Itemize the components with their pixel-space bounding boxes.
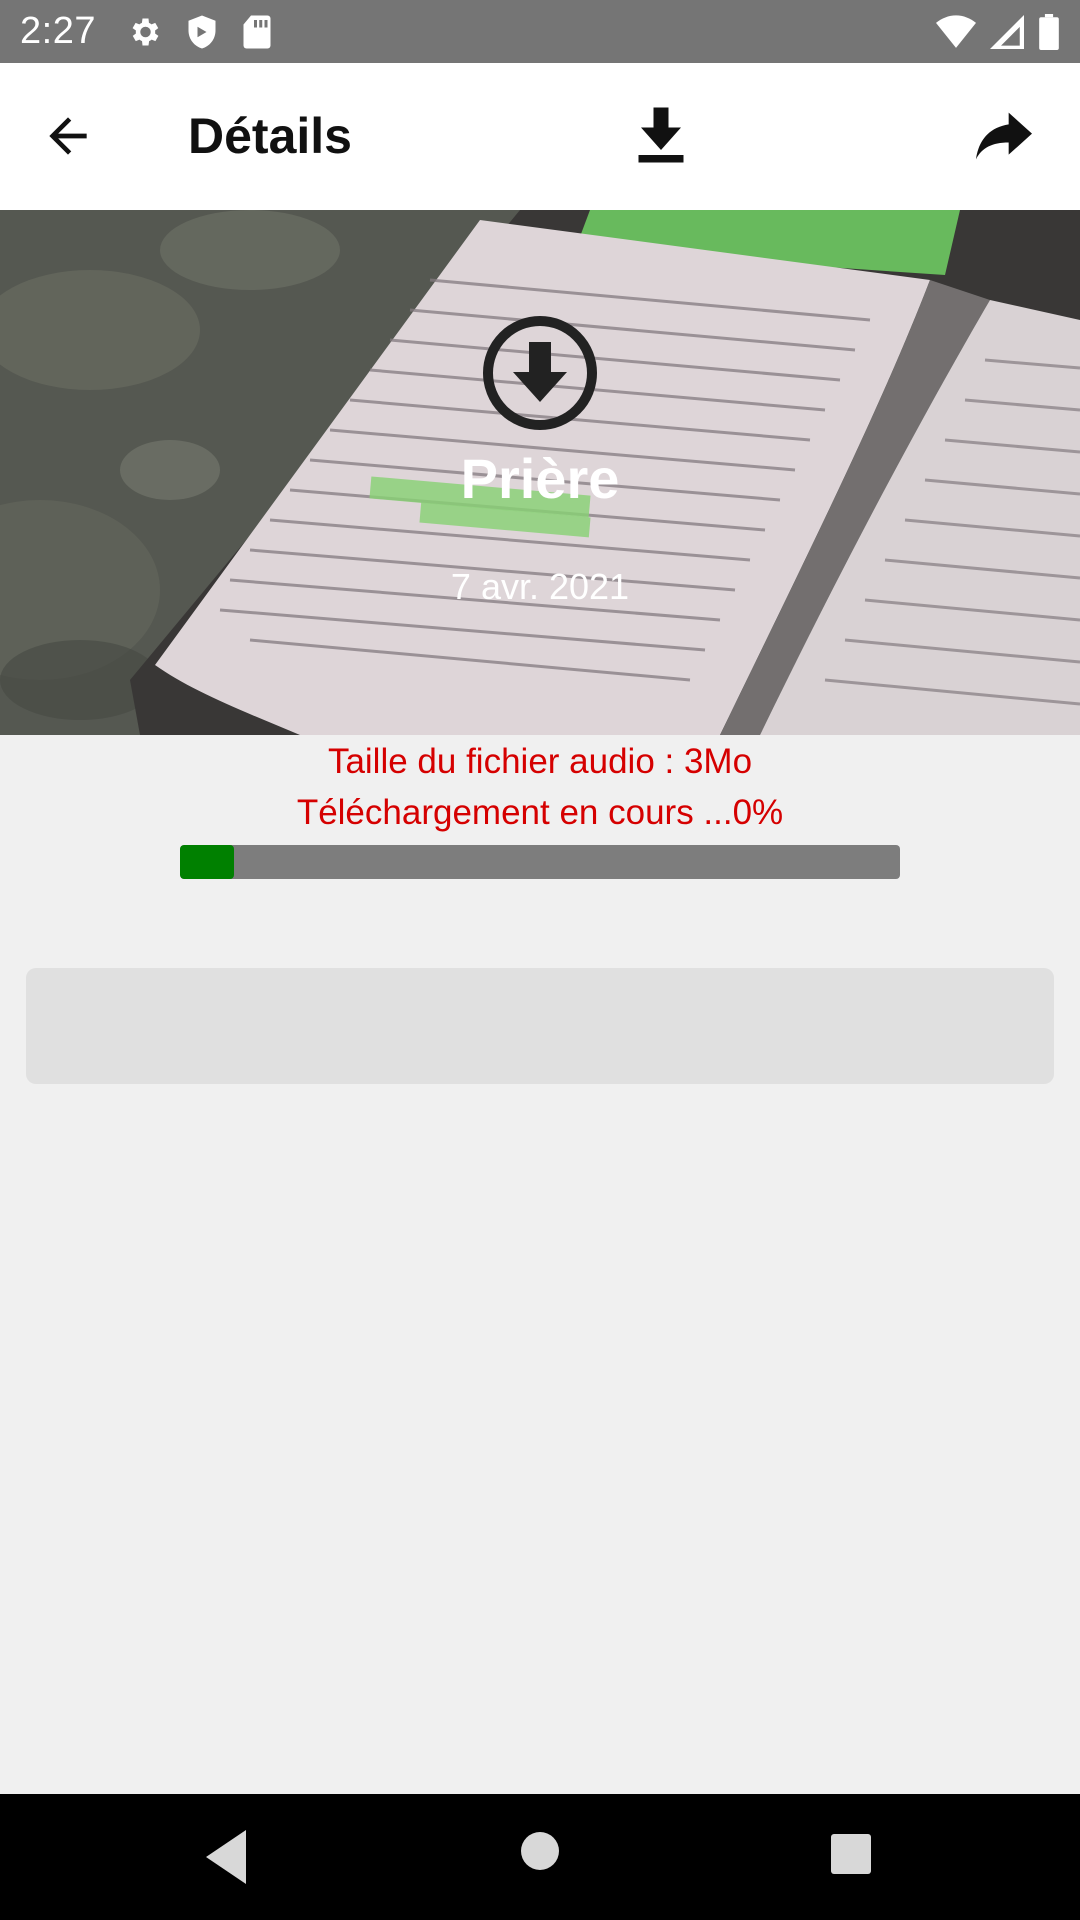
page-title: Détails	[188, 108, 352, 164]
share-icon[interactable]	[976, 111, 1032, 161]
download-progress-text: Téléchargement en cours ...0%	[296, 793, 784, 832]
nav-back-icon[interactable]	[206, 1830, 246, 1884]
shield-icon	[188, 15, 216, 48]
nav-home-icon[interactable]	[521, 1832, 559, 1870]
file-size-text: Taille du fichier audio : 3Mo	[327, 742, 753, 781]
sd-card-icon	[243, 15, 271, 48]
audio-title: Prière	[460, 447, 620, 510]
wifi-icon	[936, 14, 976, 48]
download-progress-bar	[180, 845, 900, 879]
status-icons-left	[126, 14, 272, 50]
settings-icon	[132, 18, 159, 45]
signal-icon	[990, 14, 1024, 49]
nav-recent-apps-icon[interactable]	[831, 1834, 871, 1874]
status-icons-right	[936, 13, 1060, 50]
app-bar: Détails	[0, 63, 1080, 210]
status-bar: 2:27	[0, 0, 1080, 63]
back-arrow-icon[interactable]	[40, 108, 96, 164]
download-icon[interactable]	[636, 107, 686, 163]
progress-fill	[180, 845, 234, 879]
content-card	[26, 968, 1054, 1084]
audio-date: 7 avr. 2021	[450, 566, 630, 607]
hero-banner: Prière 7 avr. 2021	[0, 210, 1080, 735]
download-circle-icon[interactable]	[483, 316, 597, 430]
system-nav-bar	[0, 1794, 1080, 1920]
status-time: 2:27	[20, 10, 96, 52]
battery-icon	[1039, 13, 1059, 50]
